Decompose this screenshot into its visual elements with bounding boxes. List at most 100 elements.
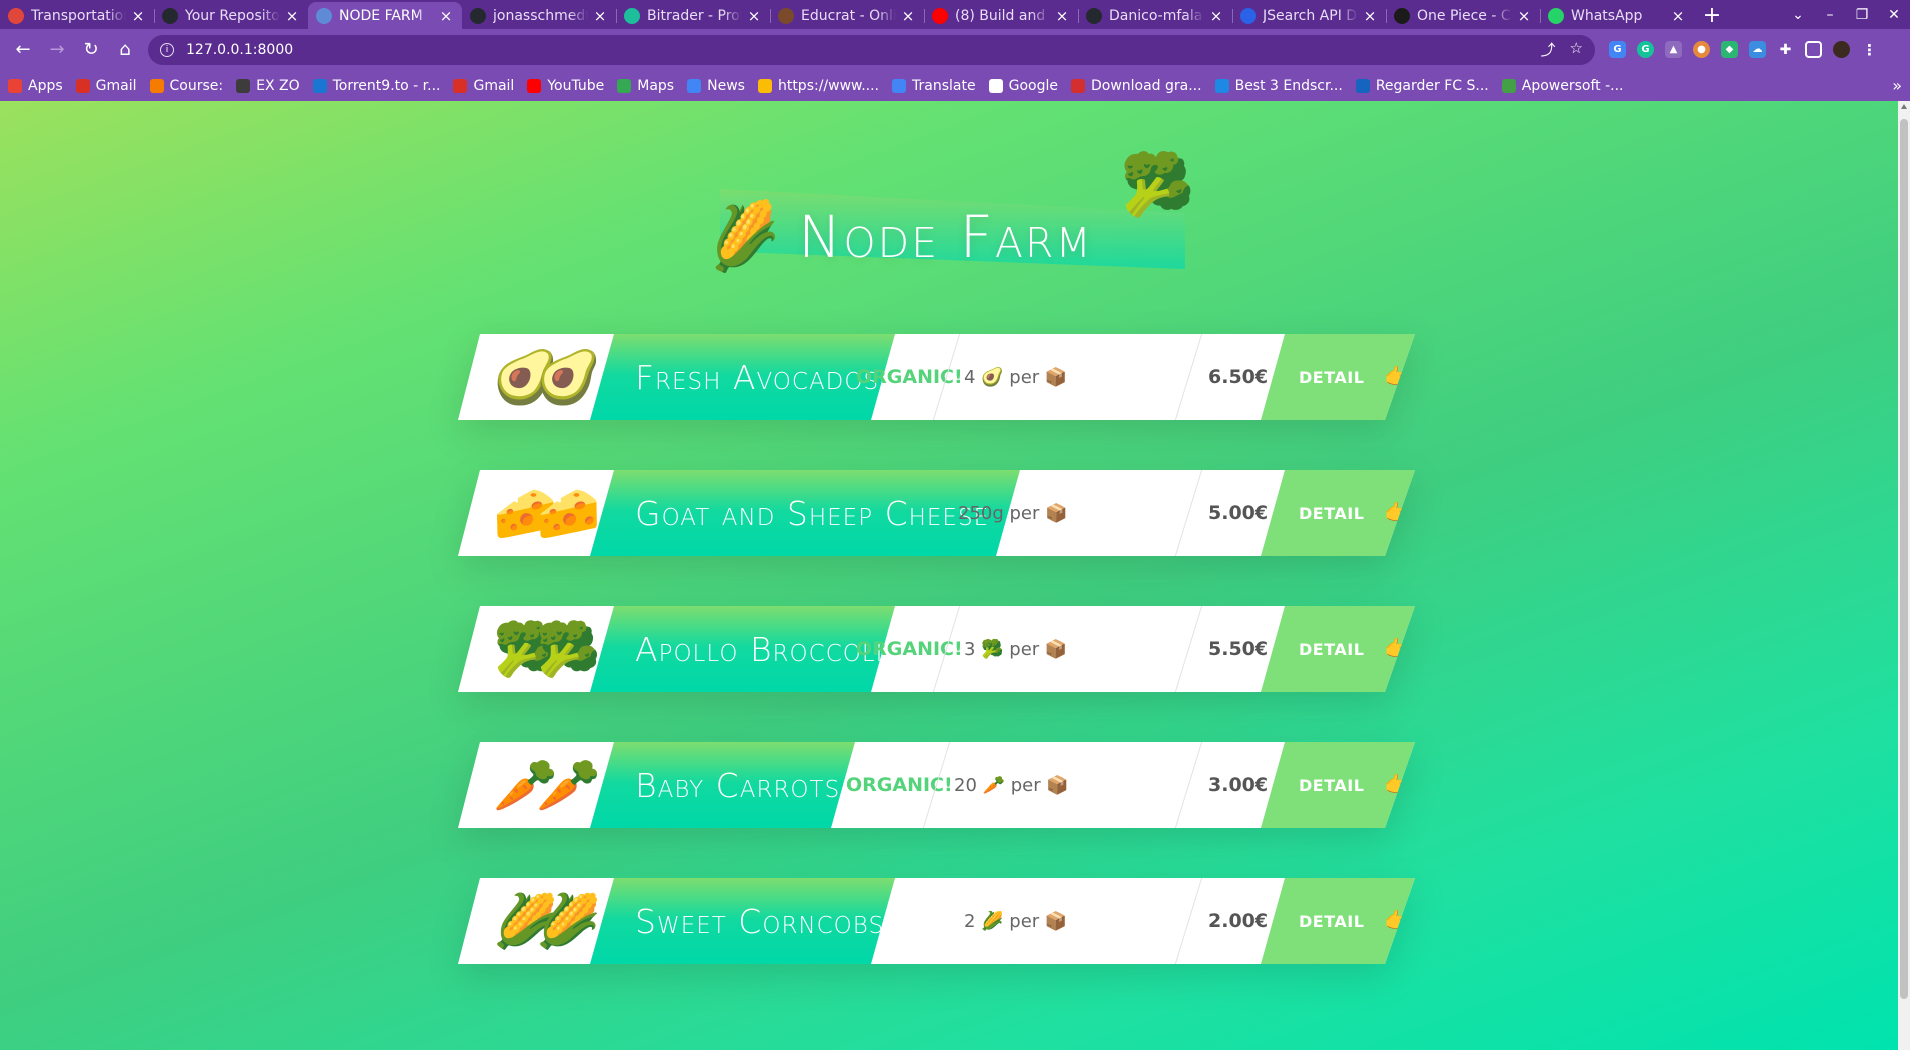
bookmark-item[interactable]: Maps	[617, 78, 674, 94]
tab-9[interactable]: One Piece - Chapter×	[1386, 2, 1540, 29]
tab-6[interactable]: (8) Build and deploy×	[924, 2, 1078, 29]
product-image: 🥕🥕	[493, 755, 601, 816]
detail-button[interactable]: DETAIL 👉	[1261, 334, 1415, 420]
extension-icon[interactable]: ▲	[1665, 41, 1682, 58]
bookmark-item[interactable]: Apowersoft -...	[1501, 78, 1623, 94]
bookmark-star-icon[interactable]: ☆	[1570, 39, 1583, 60]
tab-close-icon[interactable]: ×	[1054, 7, 1070, 25]
tab-search-icon[interactable]: ⌄	[1782, 7, 1814, 23]
tab-0[interactable]: Transportation ×	[0, 2, 154, 29]
tab-close-icon[interactable]: ×	[1208, 7, 1224, 25]
detail-button[interactable]: DETAIL 👉	[1261, 878, 1415, 964]
tab-close-icon[interactable]: ×	[1670, 7, 1686, 25]
tab-close-icon[interactable]: ×	[284, 7, 300, 25]
cloud-extension-icon[interactable]: ☁	[1749, 41, 1766, 58]
product-name[interactable]: Baby Carrots	[590, 742, 855, 828]
tab-4[interactable]: Bitrader - Professional×	[616, 2, 770, 29]
bookmark-item[interactable]: Course:	[149, 78, 223, 94]
robot-extension-icon[interactable]: ◆	[1721, 41, 1738, 58]
back-button[interactable]: ←	[6, 33, 40, 67]
new-tab-button[interactable]: +	[1694, 2, 1730, 29]
menu-kebab-icon[interactable]: ⋮	[1861, 41, 1878, 59]
product-price: 5.00€	[1208, 502, 1269, 524]
bookmark-item[interactable]: Google	[988, 78, 1058, 94]
bookmark-item[interactable]: Gmail	[75, 77, 137, 94]
tab-close-icon[interactable]: ×	[438, 7, 454, 25]
tab-2[interactable]: NODE FARM ×	[308, 2, 462, 29]
detail-label: DETAIL	[1299, 639, 1365, 659]
tab-7[interactable]: Danico-mfalansi×	[1078, 2, 1232, 29]
avatar[interactable]	[1833, 41, 1850, 58]
address-bar[interactable]: i 127.0.0.1:8000 ⤴ ☆	[148, 34, 1595, 65]
share-icon[interactable]: ⤴	[1541, 39, 1556, 60]
product-image: 🧀🧀	[493, 483, 601, 544]
detail-button[interactable]: DETAIL 👉	[1261, 606, 1415, 692]
bookmark-favicon-icon	[149, 78, 164, 93]
pointing-hand-icon: 👉	[1384, 636, 1413, 662]
product-name[interactable]: Apollo Broccoli	[590, 606, 895, 692]
bookmark-favicon-icon	[8, 78, 22, 93]
forward-button[interactable]: →	[40, 33, 74, 67]
bookmark-item[interactable]: News	[687, 78, 745, 94]
tab-1[interactable]: Your Repositories×	[154, 2, 308, 29]
tab-title: NODE FARM	[339, 7, 423, 24]
site-info-icon[interactable]: i	[160, 42, 174, 57]
product-name[interactable]: Fresh Avocados	[590, 334, 895, 420]
bookmark-item[interactable]: Download gra...	[1070, 77, 1202, 94]
restore-icon[interactable]: ❐	[1846, 7, 1878, 23]
tab-3[interactable]: jonasschmedtmann×	[462, 2, 616, 29]
tab-close-icon[interactable]: ×	[900, 7, 916, 25]
product-list: 🥑🥑 Fresh Avocados ORGANIC! 4 🥑 per 📦 6.50€ DE…	[458, 334, 1438, 1014]
scroll-up-icon[interactable]	[1901, 104, 1907, 109]
bookmark-favicon-icon	[1355, 78, 1370, 93]
grammarly-extension-icon[interactable]: G	[1637, 41, 1654, 58]
tab-10[interactable]: WhatsApp ×	[1540, 2, 1694, 29]
bookmark-item[interactable]: Regarder FC S...	[1355, 78, 1489, 94]
bookmark-label: Gmail	[95, 77, 137, 94]
tab-title: Bitrader - Professional	[647, 7, 742, 24]
bookmarks-overflow-icon[interactable]: »	[1892, 76, 1902, 95]
reload-button[interactable]: ↻	[74, 33, 108, 67]
minimize-icon[interactable]: –	[1814, 7, 1846, 23]
product-price: 3.00€	[1208, 774, 1269, 796]
product-name[interactable]: Goat and Sheep Cheese	[590, 470, 1020, 556]
product-quantity: 3 🥦 per 📦	[964, 638, 1068, 660]
tab-close-icon[interactable]: ×	[130, 7, 146, 25]
tab-5[interactable]: Educrat - Online×	[770, 2, 924, 29]
puzzle-icon[interactable]: ✚	[1777, 41, 1794, 58]
bookmark-item[interactable]: YouTube	[527, 78, 604, 94]
detail-label: DETAIL	[1299, 775, 1365, 795]
tab-8[interactable]: JSearch API Documentation×	[1232, 2, 1386, 29]
url-text: 127.0.0.1:8000	[186, 41, 294, 58]
bookmark-item[interactable]: Best 3 Endscr...	[1214, 78, 1343, 94]
detail-button[interactable]: DETAIL 👉	[1261, 742, 1415, 828]
tab-close-icon[interactable]: ×	[1516, 7, 1532, 25]
tab-title: Transportation	[31, 7, 126, 24]
page-scrollbar[interactable]	[1898, 101, 1910, 1050]
close-window-icon[interactable]: ✕	[1878, 7, 1910, 23]
product-quantity: 250g per 📦	[958, 502, 1068, 524]
side-panel-icon[interactable]	[1805, 41, 1822, 58]
bookmark-favicon-icon	[1070, 78, 1085, 93]
bookmark-item[interactable]: https://www....	[757, 78, 879, 94]
product-image: 🥑🥑	[493, 347, 601, 408]
bookmark-item[interactable]: Translate	[892, 78, 976, 94]
detail-label: DETAIL	[1299, 503, 1365, 523]
home-button[interactable]: ⌂	[108, 33, 142, 67]
product-name[interactable]: Sweet Corncobs	[590, 878, 895, 964]
tab-favicon-icon	[1240, 7, 1256, 24]
scrollbar-thumb[interactable]	[1900, 119, 1908, 999]
bookmark-label: Download gra...	[1090, 77, 1202, 94]
detail-button[interactable]: DETAIL 👉	[1261, 470, 1415, 556]
bookmark-favicon-icon	[988, 78, 1003, 93]
tab-close-icon[interactable]: ×	[1362, 7, 1378, 25]
bookmark-item[interactable]: EX ZO	[236, 78, 300, 94]
bookmark-item[interactable]: Apps	[8, 78, 63, 94]
owl-extension-icon[interactable]: ●	[1693, 41, 1710, 58]
bookmark-item[interactable]: Gmail	[453, 78, 514, 94]
product-image: 🥦🥦	[493, 619, 601, 680]
tab-close-icon[interactable]: ×	[746, 7, 762, 25]
bookmark-item[interactable]: Torrent9.to - r...	[312, 78, 440, 94]
translate-extension-icon[interactable]: G	[1609, 41, 1626, 58]
tab-close-icon[interactable]: ×	[592, 7, 608, 25]
